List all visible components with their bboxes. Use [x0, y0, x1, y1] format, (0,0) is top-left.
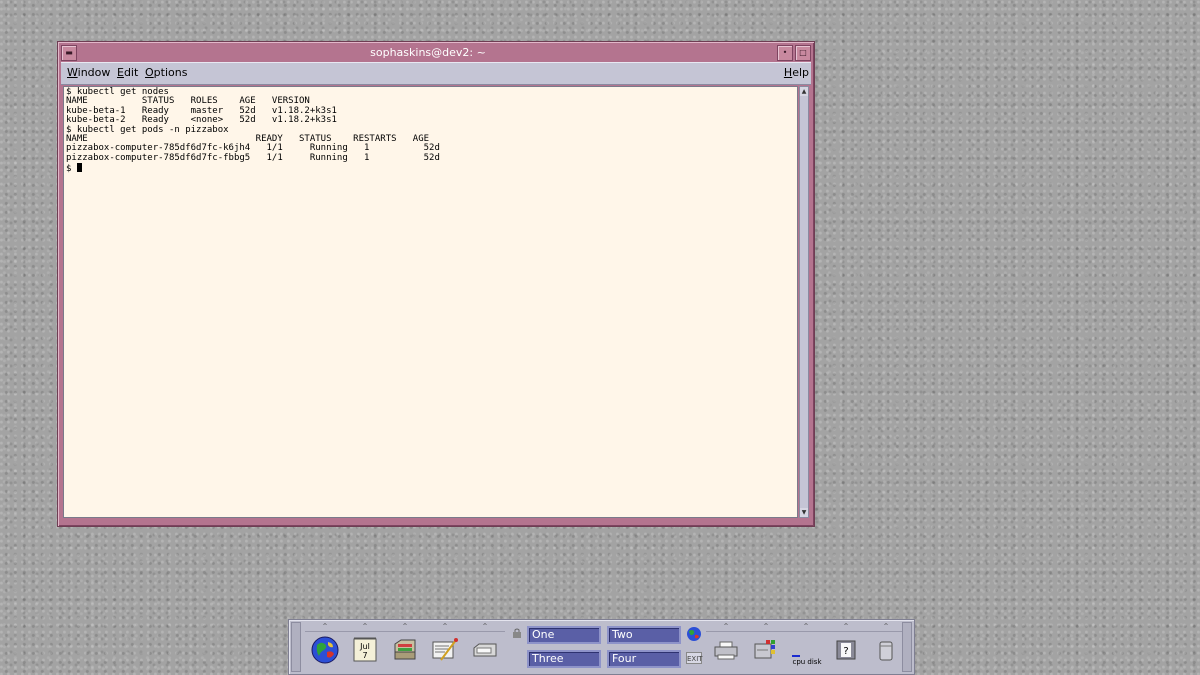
- terminal-prompt: $: [66, 164, 77, 175]
- small-globe-icon[interactable]: [686, 626, 702, 642]
- menu-window[interactable]: Window: [67, 66, 110, 80]
- subpanel-arrow-icon[interactable]: ^: [826, 622, 866, 632]
- front-panel: ^ ^ Jul 7 ^ ^ ^ One Two Three Four EXIT …: [288, 619, 915, 675]
- subpanel-arrow-icon[interactable]: ^: [345, 622, 385, 632]
- subpanel-arrow-icon[interactable]: ^: [385, 622, 425, 632]
- terminal-cursor: [76, 163, 82, 173]
- subpanel-arrow-icon[interactable]: ^: [465, 622, 505, 632]
- workspace-four-button[interactable]: Four: [607, 650, 681, 668]
- terminal-scrollbar[interactable]: ▲ ▼: [799, 86, 809, 518]
- trash-can-icon[interactable]: [872, 636, 900, 664]
- subpanel-arrow-icon[interactable]: ^: [786, 622, 826, 632]
- calendar-icon[interactable]: Jul 7: [351, 636, 379, 664]
- calendar-day: 7: [362, 651, 367, 660]
- workspace-switch: One Two Three Four EXIT: [509, 622, 709, 672]
- text-editor-icon[interactable]: [431, 636, 459, 664]
- panel-handle-left[interactable]: [291, 622, 301, 672]
- panel-slot-help[interactable]: ^ ?: [826, 622, 866, 672]
- panel-slot-files[interactable]: ^: [385, 622, 425, 672]
- panel-slot-editor[interactable]: ^: [425, 622, 465, 672]
- panel-slot-style[interactable]: ^: [746, 622, 786, 672]
- panel-slot-calendar[interactable]: ^ Jul 7: [345, 622, 385, 672]
- menu-options[interactable]: Options: [145, 66, 187, 80]
- menu-edit[interactable]: Edit: [117, 66, 138, 80]
- subpanel-arrow-icon[interactable]: ^: [746, 622, 786, 632]
- panel-slot-trash[interactable]: ^: [866, 622, 906, 672]
- workspace-one-button[interactable]: One: [527, 626, 601, 644]
- panel-slot-mail[interactable]: ^: [465, 622, 505, 672]
- svg-text:?: ?: [843, 646, 848, 657]
- exit-icon[interactable]: EXIT: [686, 652, 703, 664]
- subpanel-arrow-icon[interactable]: ^: [305, 622, 345, 632]
- globe-icon[interactable]: [311, 636, 339, 664]
- subpanel-arrow-icon[interactable]: ^: [425, 622, 465, 632]
- minimize-icon: •: [782, 48, 788, 57]
- help-book-icon[interactable]: ?: [832, 636, 860, 664]
- window-menu-button[interactable]: ▬: [61, 45, 77, 61]
- mailbox-icon[interactable]: [471, 636, 499, 664]
- maximize-button[interactable]: □: [795, 45, 811, 61]
- terminal-output[interactable]: $ kubectl get nodes NAME STATUS ROLES AG…: [63, 86, 798, 518]
- maximize-icon: □: [799, 48, 807, 57]
- terminal-text: $ kubectl get nodes NAME STATUS ROLES AG…: [64, 87, 797, 176]
- cpu-disk-label: cpu disk: [792, 658, 822, 666]
- window-title: sophaskins@dev2: ~: [370, 46, 486, 59]
- terminal-line: pizzabox-computer-785df6d7fc-fbbg5 1/1 R…: [66, 152, 440, 163]
- style-manager-icon[interactable]: [752, 636, 780, 664]
- window-titlebar[interactable]: ▬ sophaskins@dev2: ~ • □: [61, 45, 811, 61]
- scroll-up-icon[interactable]: ▲: [800, 87, 808, 96]
- panel-slot-meter[interactable]: ^ cpu disk: [786, 622, 826, 672]
- menubar: Window Edit Options Help: [61, 62, 811, 85]
- subpanel-arrow-icon[interactable]: ^: [866, 622, 906, 632]
- calendar-month: Jul: [359, 642, 370, 651]
- lock-icon[interactable]: [512, 628, 522, 638]
- minimize-button[interactable]: •: [777, 45, 793, 61]
- window-menu-icon: ▬: [65, 48, 73, 57]
- panel-slot-printer[interactable]: ^: [706, 622, 746, 672]
- terminal-window[interactable]: ▬ sophaskins@dev2: ~ • □ Window Edit Opt…: [57, 41, 815, 527]
- subpanel-arrow-icon[interactable]: ^: [706, 622, 746, 632]
- workspace-three-button[interactable]: Three: [527, 650, 601, 668]
- file-cabinet-icon[interactable]: [391, 636, 419, 664]
- workspace-two-button[interactable]: Two: [607, 626, 681, 644]
- scroll-down-icon[interactable]: ▼: [800, 508, 808, 517]
- printer-icon[interactable]: [712, 636, 740, 664]
- panel-handle-right[interactable]: [902, 622, 912, 672]
- panel-slot-globe[interactable]: ^: [305, 622, 345, 672]
- menu-help[interactable]: Help: [784, 66, 809, 80]
- cpu-meter-bar: [792, 655, 800, 657]
